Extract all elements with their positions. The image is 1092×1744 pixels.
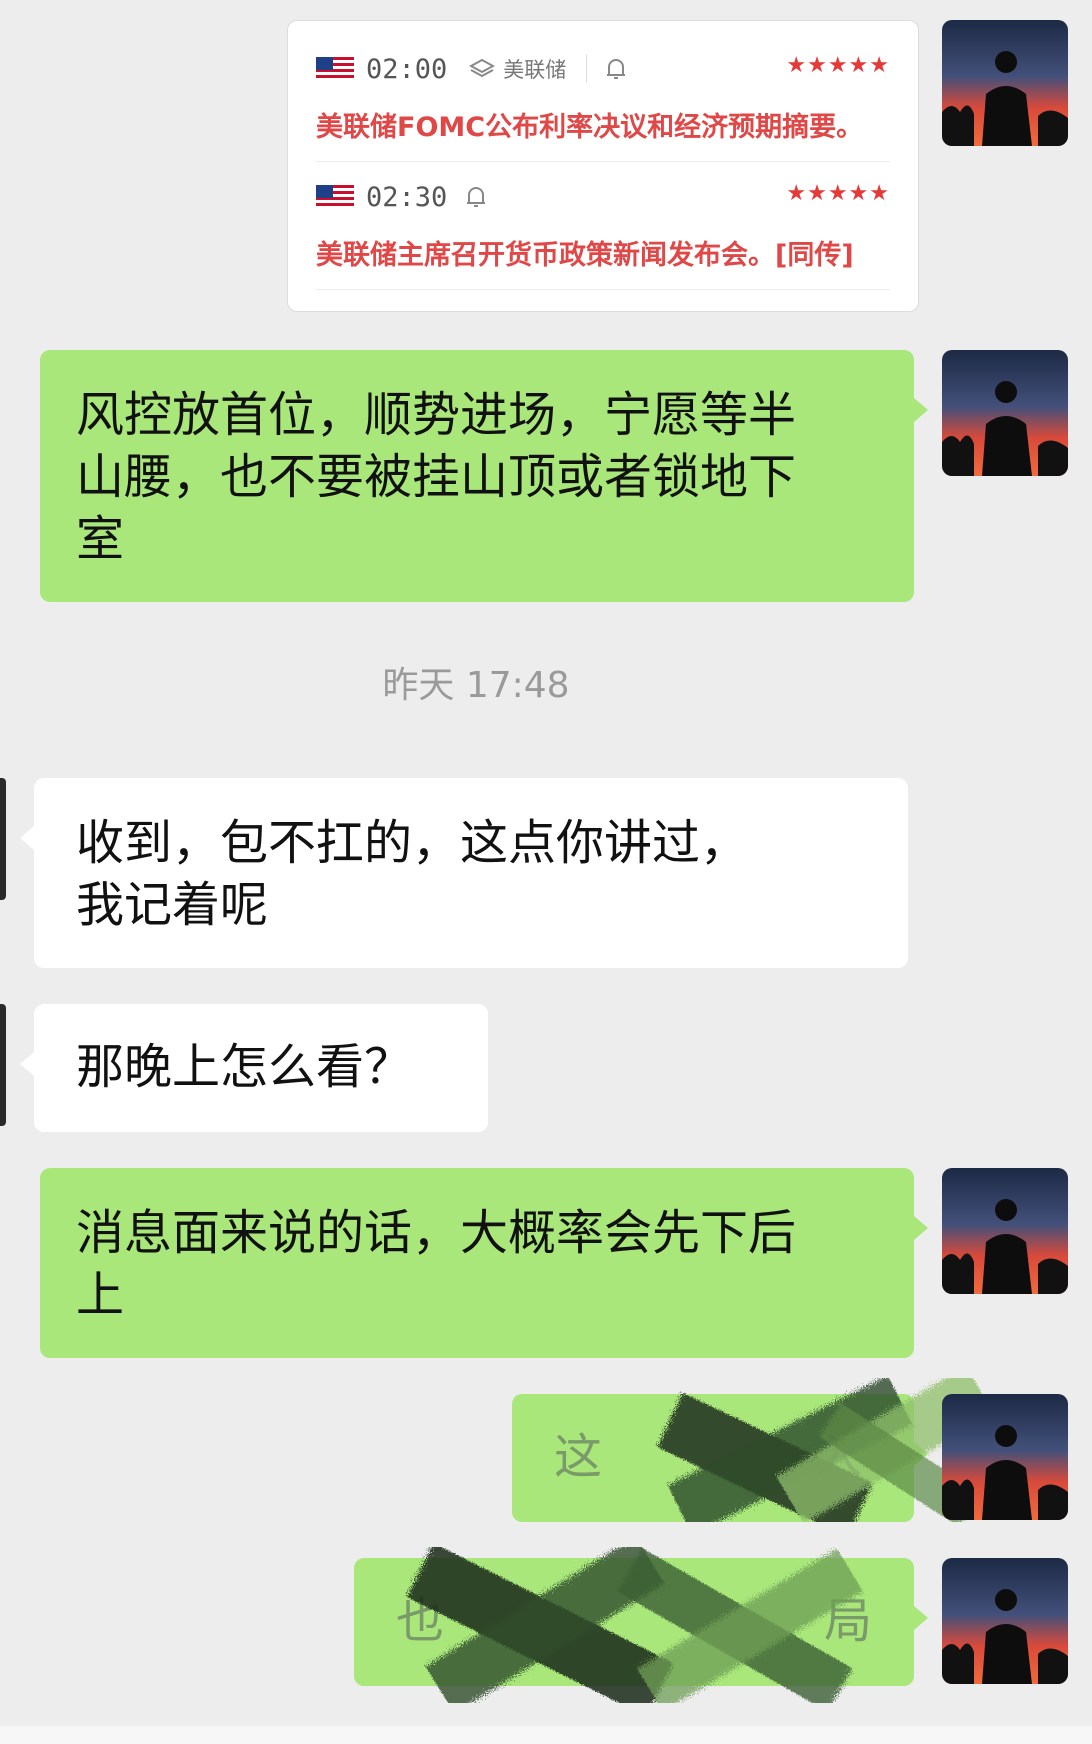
bell-icon[interactable]	[605, 56, 627, 82]
divider	[316, 289, 890, 290]
us-flag-icon	[316, 57, 354, 81]
avatar-silhouette-icon	[942, 1558, 1068, 1684]
message-line: 消息面来说的话，大概率会先下后	[76, 1205, 797, 1261]
message-line: 室	[76, 511, 125, 567]
avatar[interactable]	[942, 350, 1068, 476]
event-source-label: 美联储	[503, 58, 567, 82]
avatar-silhouette-icon	[942, 1394, 1068, 1520]
event-source: 美联储	[469, 54, 566, 84]
bubble-tail	[20, 1052, 34, 1076]
avatar-silhouette-icon	[942, 20, 1068, 146]
message-line: 我记着呢	[76, 877, 269, 933]
chat-timestamp: 昨天 17:48	[382, 665, 570, 706]
layers-icon	[469, 58, 496, 78]
bubble-tail	[914, 398, 928, 422]
avatar[interactable]	[0, 778, 6, 900]
message-line: 山腰，也不要被挂山顶或者锁地下	[76, 449, 797, 505]
message-line: 那晚上怎么看？	[76, 1039, 413, 1095]
economic-calendar-card[interactable]: 02:00 美联储 ★★★★★ 美联储FOMC公布利率决议和经济预期摘要。 02…	[287, 20, 919, 312]
bubble-tail	[20, 826, 34, 850]
divider	[586, 55, 588, 83]
event-time: 02:30	[366, 181, 448, 213]
event-title: 美联储主席召开货币政策新闻发布会。[同传]	[316, 240, 854, 271]
chat-bubble-sent[interactable]: 消息面来说的话，大概率会先下后 上	[40, 1168, 914, 1358]
message-fragment: 这	[554, 1429, 603, 1485]
us-flag-icon	[316, 185, 354, 209]
avatar-silhouette-icon	[942, 350, 1068, 476]
message-line: 上	[76, 1267, 125, 1323]
avatar-silhouette-icon	[942, 1168, 1068, 1294]
avatar[interactable]	[942, 1394, 1068, 1520]
avatar[interactable]	[0, 1004, 6, 1126]
bubble-tail	[914, 1216, 928, 1240]
chat-bubble-received[interactable]: 收到，包不扛的，这点你讲过， 我记着呢	[34, 778, 908, 968]
divider	[316, 161, 890, 162]
avatar[interactable]	[942, 1558, 1068, 1684]
event-title: 美联储FOMC公布利率决议和经济预期摘要。	[316, 112, 864, 143]
event-time: 02:00	[366, 53, 448, 85]
bell-icon[interactable]	[465, 184, 487, 210]
bubble-tail	[914, 1606, 928, 1630]
message-line: 收到，包不扛的，这点你讲过，	[76, 815, 749, 871]
message-line: 风控放首位，顺势进场，宁愿等半	[76, 387, 797, 443]
chat-bubble-sent[interactable]: 风控放首位，顺势进场，宁愿等半 山腰，也不要被挂山顶或者锁地下 室	[40, 350, 914, 602]
avatar[interactable]	[942, 1168, 1068, 1294]
calendar-event-row[interactable]: 02:30 ★★★★★ 美联储主席召开货币政策新闻发布会。[同传]	[316, 177, 890, 287]
chat-bubble-received[interactable]: 那晚上怎么看？	[34, 1004, 488, 1132]
calendar-event-row[interactable]: 02:00 美联储 ★★★★★ 美联储FOMC公布利率决议和经济预期摘要。	[316, 49, 890, 159]
importance-stars: ★★★★★	[786, 181, 890, 206]
input-bar-edge	[0, 1726, 1092, 1744]
importance-stars: ★★★★★	[786, 53, 890, 78]
redaction-scribble	[406, 1536, 863, 1717]
avatar[interactable]	[942, 20, 1068, 146]
